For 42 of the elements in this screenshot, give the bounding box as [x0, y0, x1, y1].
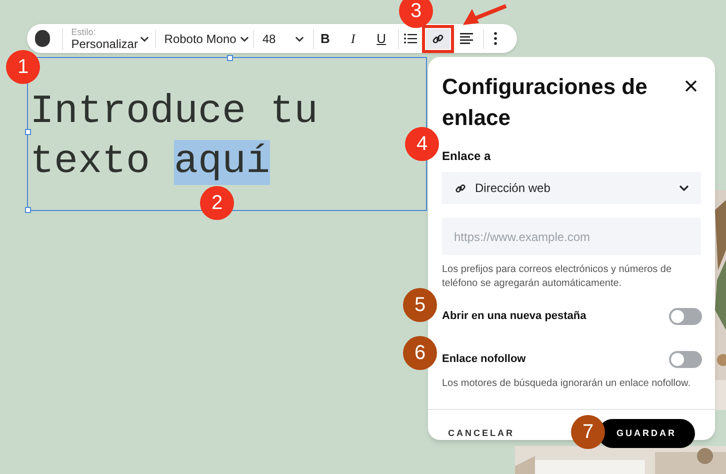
hint-text: Los motores de búsqueda ignorarán un enlace nofollow.: [441, 377, 692, 391]
panel-title: Configuraciones de enlace: [442, 73, 648, 132]
toggle-switch[interactable]: [669, 351, 702, 368]
link-type-dropdown[interactable]: Dirección web: [442, 172, 701, 204]
resize-handle[interactable]: [227, 55, 233, 61]
field-label: Enlace a: [441, 148, 492, 165]
color-swatch[interactable]: [35, 30, 50, 47]
resize-handle[interactable]: [25, 129, 31, 135]
highlight-frame: [422, 24, 454, 52]
caret-icon: [679, 185, 689, 191]
hint-text: Los prefijos para correos electrónicos y números de teléfono se agregarán automáticamente.: [441, 263, 673, 291]
link-icon: [431, 32, 446, 46]
more-icon: [494, 32, 497, 45]
body-text: texto: [30, 140, 152, 185]
selected-text: aquí: [174, 140, 270, 185]
close-icon[interactable]: [685, 80, 697, 92]
toggle-label: Enlace nofollow: [442, 352, 526, 368]
resize-handle[interactable]: [25, 207, 31, 213]
link-icon: [454, 182, 467, 194]
list-icon: [404, 33, 417, 44]
cancel-button[interactable]: CANCELAR: [442, 419, 520, 448]
toggle-switch[interactable]: [669, 308, 702, 325]
arrow-icon: [462, 4, 508, 27]
annotation-badge: 1: [6, 50, 40, 84]
italic-button[interactable]: I: [341, 28, 365, 48]
caret-icon: [240, 36, 250, 42]
style-dropdown[interactable]: Estilo: Personalizar: [62, 28, 150, 50]
caret-icon: [140, 36, 150, 42]
annotation-badge: 5: [403, 288, 437, 322]
annotation-badge: 3: [399, 0, 433, 28]
body-text: Introduce tu: [30, 90, 318, 135]
url-input[interactable]: https://www.example.com: [442, 218, 701, 255]
toggle-label: Abrir en una nueva pestaña: [442, 309, 586, 324]
size-dropdown[interactable]: 48: [253, 30, 310, 48]
align-left-icon: [460, 33, 473, 44]
underline-button[interactable]: U: [370, 28, 394, 48]
font-dropdown[interactable]: Roboto Mono: [155, 30, 250, 48]
annotation-badge: 6: [403, 336, 437, 370]
annotation-badge: 4: [405, 127, 439, 161]
annotation-badge: 2: [200, 186, 234, 220]
bold-button[interactable]: B: [312, 28, 336, 48]
caret-icon: [295, 36, 304, 42]
